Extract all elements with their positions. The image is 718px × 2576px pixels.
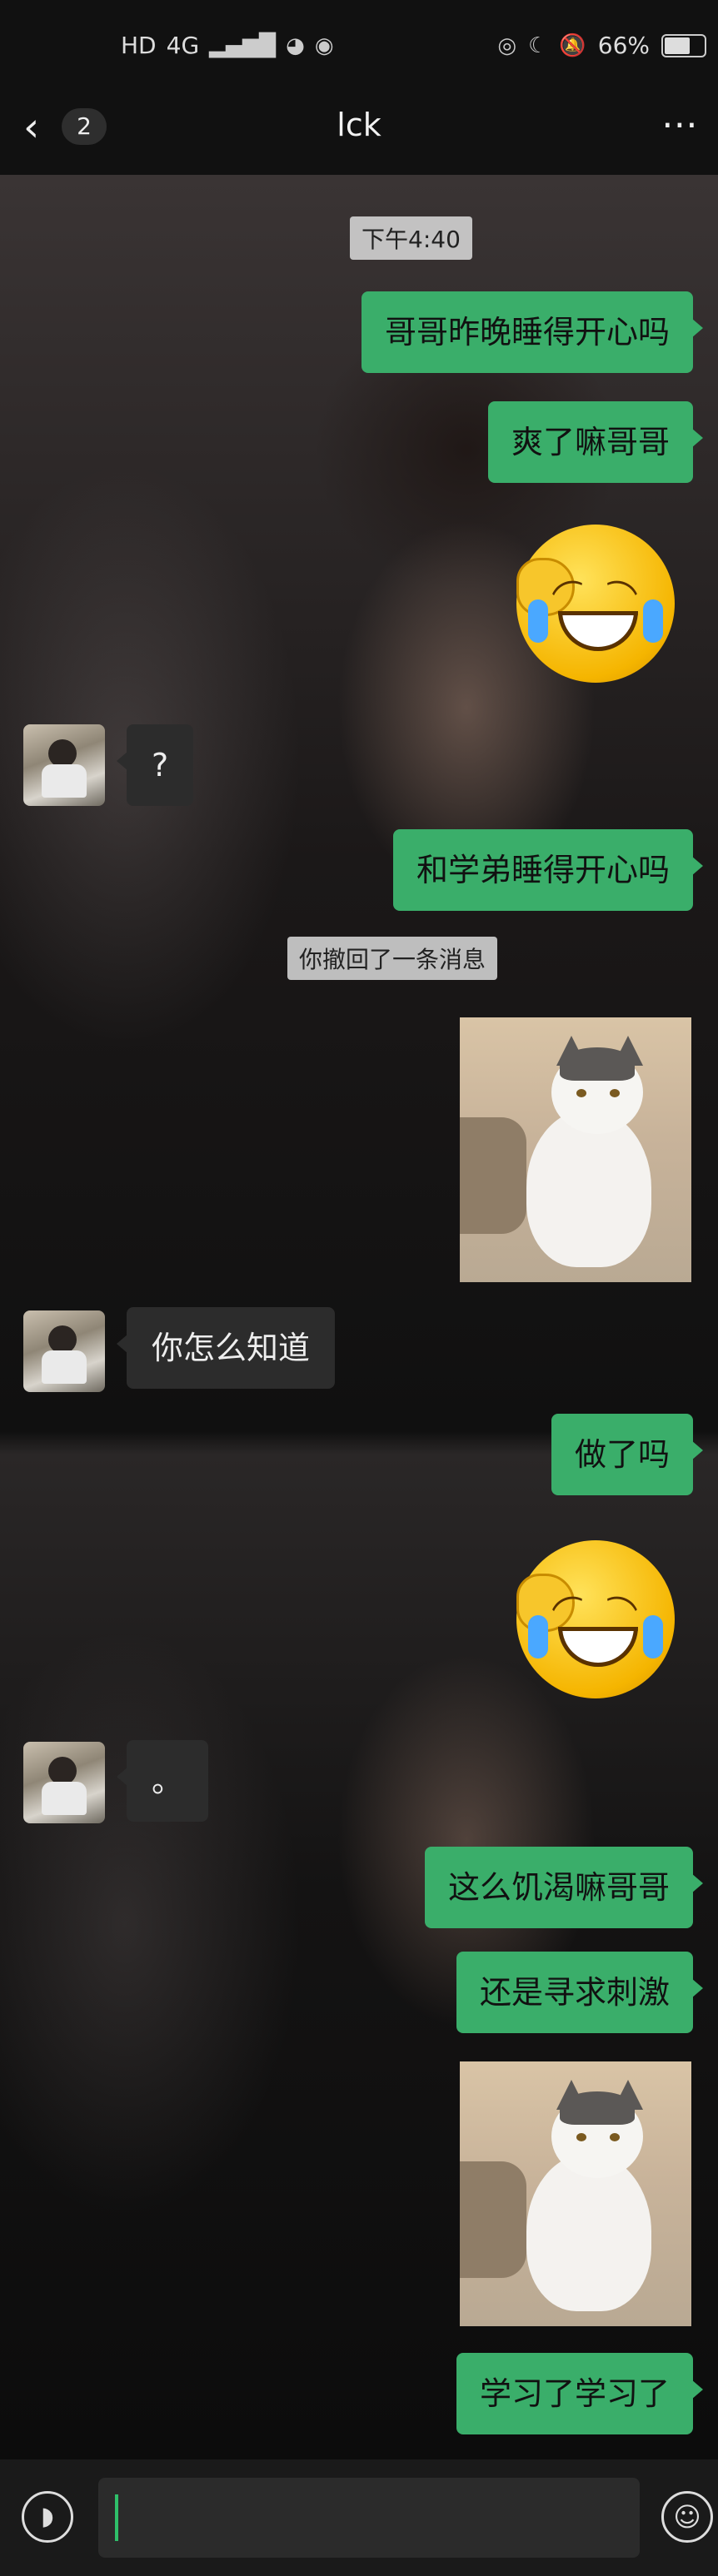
sticker-tear [643, 1615, 663, 1658]
outgoing-message[interactable]: 这么饥渴嘛哥哥 [424, 1847, 704, 1928]
hd-label: HD [121, 32, 157, 59]
cat-ear [613, 1036, 643, 1066]
chat-area[interactable]: 下午4:40 哥哥昨晚睡得开心吗 爽了嘛哥哥 ⌒ ⌒ ? 和学弟睡得开心吗 你撤… [0, 175, 718, 2459]
laughing-crying-emoji-sticker[interactable]: ⌒ ⌒ [516, 1540, 675, 1698]
status-left: HD 4G ▂▄▆█ ◕ ◉ [121, 32, 334, 59]
status-right: ◎ ☾ 🔕 66% [497, 32, 706, 59]
mute-bell-icon: 🔕 [559, 32, 586, 58]
emoji-icon: ☺ [673, 2501, 701, 2533]
eye-icon: ◎ [497, 32, 517, 58]
moon-icon: ☾ [528, 32, 548, 58]
battery-fill [665, 37, 691, 54]
outgoing-message[interactable]: 做了吗 [551, 1414, 704, 1495]
contact-avatar[interactable] [23, 724, 105, 806]
battery-icon [661, 33, 706, 57]
outgoing-message[interactable]: 爽了嘛哥哥 [487, 401, 704, 483]
incoming-message[interactable]: 你怎么知道 [116, 1307, 336, 1389]
sticker-tear [528, 1615, 548, 1658]
contact-avatar[interactable] [23, 1310, 105, 1392]
outgoing-message[interactable]: 和学弟睡得开心吗 [392, 829, 704, 911]
cat-ear [613, 2080, 643, 2110]
sticker-mouth [558, 1627, 638, 1667]
sticker-mouth [558, 611, 638, 651]
incoming-message[interactable]: ? [116, 724, 194, 806]
incoming-message[interactable]: 。 [116, 1740, 209, 1822]
status-bar: HD 4G ▂▄▆█ ◕ ◉ ◎ ☾ 🔕 66% [0, 0, 718, 83]
avatar-body [42, 764, 87, 798]
photo-sofa [460, 2161, 526, 2278]
app-notification-icon: ◉ [314, 32, 334, 58]
outgoing-message[interactable]: 还是寻求刺激 [456, 1952, 704, 2033]
sticker-tear [528, 599, 548, 643]
emoji-button[interactable]: ☺ [661, 2491, 713, 2543]
unread-count-badge[interactable]: 2 [62, 108, 107, 145]
avatar-head [48, 1757, 77, 1785]
more-button[interactable]: ⋯ [661, 103, 698, 146]
text-caret [115, 2494, 118, 2541]
ellipsis-icon: ⋯ [661, 103, 698, 146]
cat-eye [610, 2133, 620, 2141]
avatar-head [48, 739, 77, 768]
cat-eye [576, 2133, 586, 2141]
avatar-body [42, 1350, 87, 1384]
network-label: 4G [166, 32, 200, 59]
outgoing-message[interactable]: 哥哥昨晚睡得开心吗 [361, 291, 704, 373]
timestamp: 下午4:40 [350, 216, 472, 260]
signal-icon: ▂▄▆█ [209, 32, 277, 58]
cat-ear [556, 2080, 586, 2110]
cat-eye [610, 1089, 620, 1097]
avatar-head [48, 1325, 77, 1354]
cat-eye [576, 1089, 586, 1097]
voice-button[interactable]: ◗ [22, 2491, 73, 2543]
outgoing-message[interactable]: 学习了学习了 [456, 2353, 704, 2434]
contact-avatar[interactable] [23, 1742, 105, 1823]
battery-percent: 66% [597, 32, 650, 59]
avatar-body [42, 1782, 87, 1815]
wechat-icon: ◕ [286, 32, 305, 58]
recalled-message-notice: 你撤回了一条消息 [287, 937, 498, 980]
photo-sofa [460, 1117, 526, 1234]
voice-icon: ◗ [41, 2502, 54, 2531]
laughing-crying-emoji-sticker[interactable]: ⌒ ⌒ [516, 525, 675, 683]
input-bar: ◗ ☺ [0, 2459, 718, 2576]
cat-ear [556, 1036, 586, 1066]
cat-photo-image[interactable] [460, 1017, 691, 1282]
message-input[interactable] [98, 2478, 640, 2558]
chat-header: ‹ lck ⋯ [0, 83, 718, 175]
chat-title: lck [337, 107, 381, 143]
sticker-tear [643, 599, 663, 643]
cat-photo-image[interactable] [460, 2061, 691, 2326]
